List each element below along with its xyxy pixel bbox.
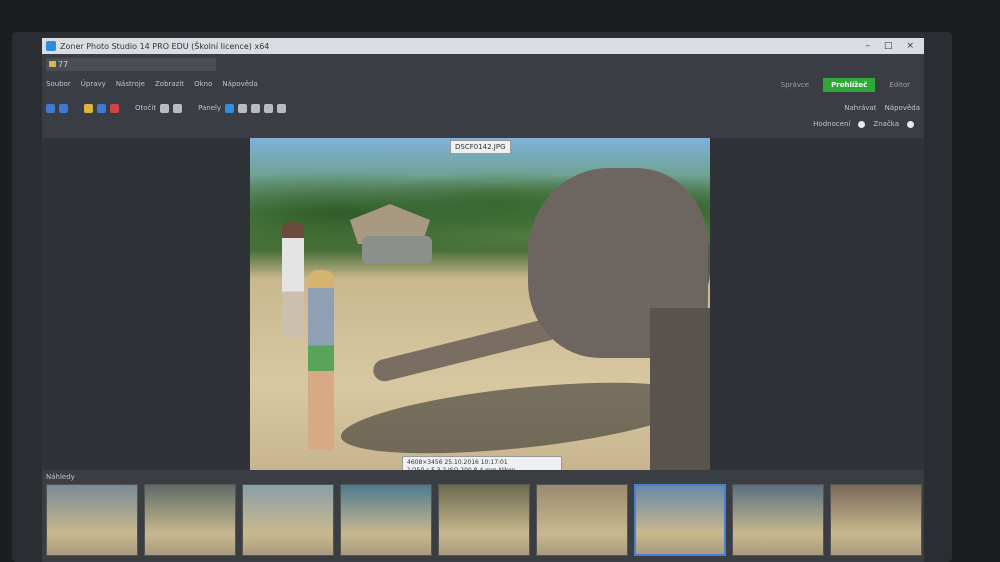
app-icon xyxy=(46,41,56,51)
photo-file-label: DSCF0142.JPG xyxy=(450,140,511,154)
rotate-right-icon[interactable] xyxy=(173,103,183,113)
zoom-out-icon[interactable] xyxy=(251,103,261,113)
upload-button[interactable]: Nahrávat xyxy=(844,104,876,112)
minimize-button[interactable]: – xyxy=(865,41,870,51)
maximize-button[interactable]: □ xyxy=(884,41,893,51)
rating-label: Hodnocení xyxy=(813,120,851,128)
elephant-trunk xyxy=(370,316,561,384)
app-chrome: 77 Soubor Úpravy Nástroje Zobrazit Okno … xyxy=(42,54,924,138)
menu-item[interactable]: Nástroje xyxy=(116,80,145,88)
forward-icon[interactable] xyxy=(59,103,68,113)
thumb-9[interactable] xyxy=(830,484,922,556)
menu-item[interactable]: Zobrazit xyxy=(155,80,184,88)
zoom-in-icon[interactable] xyxy=(238,103,248,113)
info-icon[interactable] xyxy=(225,103,235,113)
child xyxy=(308,270,334,450)
tag-label: Značka xyxy=(873,120,899,128)
rotate-left-icon[interactable] xyxy=(160,103,170,113)
menu-item[interactable]: Nápověda xyxy=(222,80,257,88)
filmstrip-title: Náhledy xyxy=(46,473,75,481)
toolbar-right: Nahrávat Nápověda xyxy=(844,104,920,112)
menu-item[interactable]: Soubor xyxy=(46,80,71,88)
panels-label: Panely xyxy=(198,104,222,112)
exif-line: 4608×3456 25.10.2016 10:17:01 xyxy=(407,459,508,466)
mode-tab-manager[interactable]: Správce xyxy=(781,81,809,89)
fit-icon[interactable] xyxy=(264,103,274,113)
toolbar: Otočit Panely Nahrávat Nápověda xyxy=(46,100,920,116)
filmstrip: Náhledy xyxy=(42,470,924,562)
thumb-1[interactable] xyxy=(46,484,138,556)
address-value: 77 xyxy=(58,60,69,69)
thumb-3[interactable] xyxy=(242,484,334,556)
title-bar: Zoner Photo Studio 14 PRO EDU (Školní li… xyxy=(42,38,924,54)
close-button[interactable]: × xyxy=(906,41,914,51)
address-bar[interactable]: 77 xyxy=(46,58,216,71)
menu-item[interactable]: Úpravy xyxy=(81,80,106,88)
thumb-5[interactable] xyxy=(438,484,530,556)
menu-item[interactable]: Okno xyxy=(194,80,212,88)
window-controls: – □ × xyxy=(865,41,924,51)
elephant-body xyxy=(650,308,710,490)
folder-icon[interactable] xyxy=(84,103,93,113)
projected-screen: Zoner Photo Studio 14 PRO EDU (Školní li… xyxy=(12,32,952,562)
thumb-2[interactable] xyxy=(144,484,236,556)
check-icon[interactable] xyxy=(907,120,914,128)
mode-tab-editor[interactable]: Editor xyxy=(889,81,910,89)
thumb-6[interactable] xyxy=(536,484,628,556)
rating-row: Hodnocení Značka xyxy=(813,120,914,128)
actual-size-icon[interactable] xyxy=(277,103,287,113)
woman xyxy=(282,222,304,338)
check-icon[interactable] xyxy=(858,120,866,128)
mode-tab-viewer[interactable]: Prohlížeč xyxy=(823,78,876,92)
thumb-7[interactable] xyxy=(634,484,726,556)
menu-bar: Soubor Úpravy Nástroje Zobrazit Okno Náp… xyxy=(46,80,258,88)
rotate-label: Otočit xyxy=(135,104,157,112)
copy-icon[interactable] xyxy=(97,103,106,113)
back-icon[interactable] xyxy=(46,103,55,113)
image-viewer[interactable]: DSCF0142.JPG 4608×3456 25.10.2016 10:17:… xyxy=(42,138,924,494)
window-title: Zoner Photo Studio 14 PRO EDU (Školní li… xyxy=(60,41,270,51)
help-button[interactable]: Nápověda xyxy=(885,104,920,112)
mode-tabs: Správce Prohlížeč Editor xyxy=(781,78,910,92)
thumb-4[interactable] xyxy=(340,484,432,556)
main-photo: DSCF0142.JPG 4608×3456 25.10.2016 10:17:… xyxy=(250,138,710,490)
delete-icon[interactable] xyxy=(110,103,119,113)
car xyxy=(362,236,432,264)
shadow xyxy=(337,369,703,467)
thumb-8[interactable] xyxy=(732,484,824,556)
folder-icon xyxy=(49,61,56,67)
thumbnail-list xyxy=(46,484,922,556)
